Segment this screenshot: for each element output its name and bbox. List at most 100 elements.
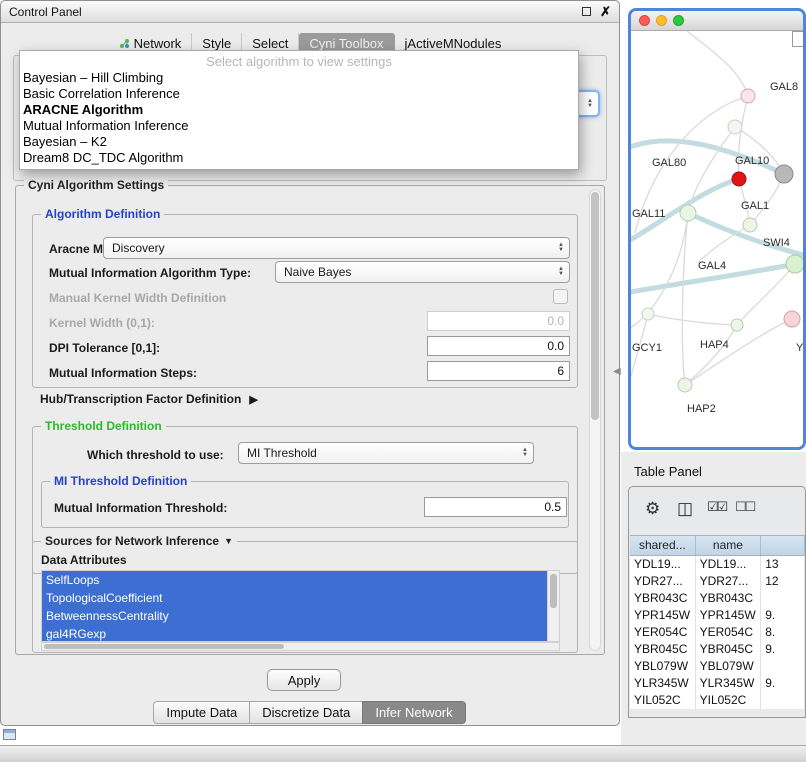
network-node[interactable] xyxy=(728,120,742,134)
list-horizontal-scrollbar[interactable] xyxy=(41,642,560,651)
table-cell: YDL19... xyxy=(630,556,696,573)
algorithm-option-dream8-dc-tdc-algorithm[interactable]: Dream8 DC_TDC Algorithm xyxy=(20,150,578,166)
collapse-triangle-icon[interactable]: ▼ xyxy=(224,536,233,546)
network-tab-icon xyxy=(119,38,130,49)
float-window-icon[interactable] xyxy=(582,7,591,16)
table-row[interactable]: YBR043CYBR043C xyxy=(630,590,805,607)
hub-definition-section[interactable]: Hub/Transcription Factor Definition ▶ xyxy=(40,392,258,406)
table-cell: YBR043C xyxy=(630,590,696,607)
node-label-gal4: GAL4 xyxy=(698,260,726,272)
mi-algorithm-type-combobox[interactable]: Naive Bayes ▲▼ xyxy=(275,261,570,283)
network-node[interactable] xyxy=(732,172,746,186)
table-row[interactable]: YLR345WYLR345W9. xyxy=(630,675,805,692)
which-threshold-combobox[interactable]: MI Threshold ▲▼ xyxy=(238,442,534,464)
network-graph: GAL8GAL80GAL10GAL11GAL1SWI4GAL4GCY1HAP4H… xyxy=(631,31,803,447)
minimize-traffic-light-icon[interactable] xyxy=(656,15,667,26)
scrollbar-thumb[interactable] xyxy=(550,574,557,608)
expand-triangle-icon[interactable]: ▶ xyxy=(249,393,257,406)
table-row[interactable]: YBL079WYBL079W xyxy=(630,658,805,675)
manual-kernel-width-checkbox[interactable] xyxy=(553,289,568,304)
kernel-width-field[interactable] xyxy=(427,311,570,331)
control-panel-titlebar[interactable]: Control Panel ✗ xyxy=(1,1,619,23)
table-row[interactable]: YPR145WYPR145W9. xyxy=(630,607,805,624)
close-window-icon[interactable]: ✗ xyxy=(600,7,611,17)
bottom-tab-impute-data[interactable]: Impute Data xyxy=(153,701,250,724)
algorithm-option-mutual-information-inference[interactable]: Mutual Information Inference xyxy=(20,118,578,134)
mi-threshold-label: Mutual Information Threshold: xyxy=(54,501,227,515)
network-edge[interactable] xyxy=(685,325,737,385)
attribute-table: shared...name YDL19...YDL19...13YDR27...… xyxy=(630,535,805,709)
close-traffic-light-icon[interactable] xyxy=(639,15,650,26)
list-scrollbar[interactable] xyxy=(547,571,559,641)
zoom-traffic-light-icon[interactable] xyxy=(673,15,684,26)
table-cell: YBL079W xyxy=(630,658,696,675)
mi-steps-field[interactable] xyxy=(427,361,570,381)
network-node[interactable] xyxy=(784,311,800,327)
table-row[interactable]: YDR27...YDR27...12 xyxy=(630,573,805,590)
which-threshold-label: Which threshold to use: xyxy=(87,448,224,462)
algorithm-option-aracne-algorithm[interactable]: ARACNE Algorithm xyxy=(20,102,578,118)
table-row[interactable]: YBR045CYBR045C9. xyxy=(630,641,805,658)
column-header-1[interactable]: shared... xyxy=(630,536,696,555)
table-row[interactable]: YDL19...YDL19...13 xyxy=(630,556,805,573)
mi-threshold-field[interactable] xyxy=(424,497,567,517)
network-node[interactable] xyxy=(741,89,755,103)
attribute-item-gal4rgexp[interactable]: gal4RGexp xyxy=(42,625,547,642)
network-node[interactable] xyxy=(731,319,743,331)
network-node[interactable] xyxy=(786,255,803,273)
select-all-checkboxes-icon[interactable]: ☑☑ xyxy=(707,499,726,515)
table-cell: 9. xyxy=(761,675,805,692)
algorithm-option-bayesian-hill-climbing[interactable]: Bayesian – Hill Climbing xyxy=(20,70,578,86)
deselect-all-checkboxes-icon[interactable]: ☐☐ xyxy=(735,499,754,515)
table-cell: YDR27... xyxy=(630,573,696,590)
combo-stepper-icon: ▲▼ xyxy=(522,448,528,458)
gear-icon[interactable]: ⚙ xyxy=(645,499,660,519)
bottom-tab-discretize-data[interactable]: Discretize Data xyxy=(249,701,363,724)
network-node[interactable] xyxy=(743,218,757,232)
sources-group: Sources for Network Inference ▼ Data Att… xyxy=(32,541,578,653)
bottom-tab-bar: Impute DataDiscretize DataInfer Network xyxy=(1,701,619,724)
network-edge[interactable] xyxy=(648,314,737,325)
scrollbar-thumb[interactable] xyxy=(44,644,284,649)
scrollbar-thumb[interactable] xyxy=(591,192,599,420)
network-node[interactable] xyxy=(642,308,654,320)
column-header-3[interactable] xyxy=(761,536,805,555)
table-row[interactable]: YIL052CYIL052C xyxy=(630,692,805,709)
table-cell: 8. xyxy=(761,624,805,641)
apply-button[interactable]: Apply xyxy=(267,669,341,691)
attribute-item-betweennesscentrality[interactable]: BetweennessCentrality xyxy=(42,607,547,625)
settings-scrollbar[interactable] xyxy=(589,189,601,651)
network-node[interactable] xyxy=(678,378,692,392)
algorithm-option-bayesian-k2[interactable]: Bayesian – K2 xyxy=(20,134,578,150)
network-edge[interactable] xyxy=(687,31,748,96)
network-edge[interactable] xyxy=(631,213,688,331)
network-node[interactable] xyxy=(680,205,696,221)
column-header-2[interactable]: name xyxy=(696,536,762,555)
attribute-item-selfloops[interactable]: SelfLoops xyxy=(42,571,547,589)
aracne-mode-combobox[interactable]: Discovery ▲▼ xyxy=(103,237,570,259)
node-label-gal10: GAL10 xyxy=(735,155,769,167)
which-threshold-value: MI Threshold xyxy=(247,446,317,460)
data-attributes-list[interactable]: SelfLoopsTopologicalCoefficientBetweenne… xyxy=(41,570,560,642)
control-panel-window: Control Panel ✗ NetworkStyleSelectCyni T… xyxy=(0,0,620,726)
dpi-tolerance-field[interactable] xyxy=(427,336,570,356)
table-cell xyxy=(761,658,805,675)
table-cell: YBR043C xyxy=(696,590,762,607)
minimized-panel-icon[interactable] xyxy=(3,729,16,740)
mi-algorithm-type-label: Mutual Information Algorithm Type: xyxy=(49,266,251,280)
algorithm-option-basic-correlation-inference[interactable]: Basic Correlation Inference xyxy=(20,86,578,102)
attribute-item-topologicalcoefficient[interactable]: TopologicalCoefficient xyxy=(42,589,547,607)
network-canvas[interactable]: GAL8GAL80GAL10GAL11GAL1SWI4GAL4GCY1HAP4H… xyxy=(631,31,803,447)
splitter-collapse-icon[interactable]: ◀ xyxy=(613,366,621,377)
network-window-titlebar[interactable] xyxy=(631,11,803,31)
mi-threshold-group-title: MI Threshold Definition xyxy=(54,474,187,488)
popup-placeholder: Select algorithm to view settings xyxy=(20,53,578,70)
table-toolbar: ⚙ ◫ ☑☑ ☐☐ xyxy=(629,487,805,535)
combo-stepper-icon: ▲▼ xyxy=(558,243,564,253)
network-node[interactable] xyxy=(775,165,793,183)
bottom-tab-infer-network[interactable]: Infer Network xyxy=(362,701,465,724)
table-cell: YER054C xyxy=(630,624,696,641)
table-row[interactable]: YER054CYER054C8. xyxy=(630,624,805,641)
table-cell xyxy=(761,692,805,709)
columns-icon[interactable]: ◫ xyxy=(677,499,693,519)
